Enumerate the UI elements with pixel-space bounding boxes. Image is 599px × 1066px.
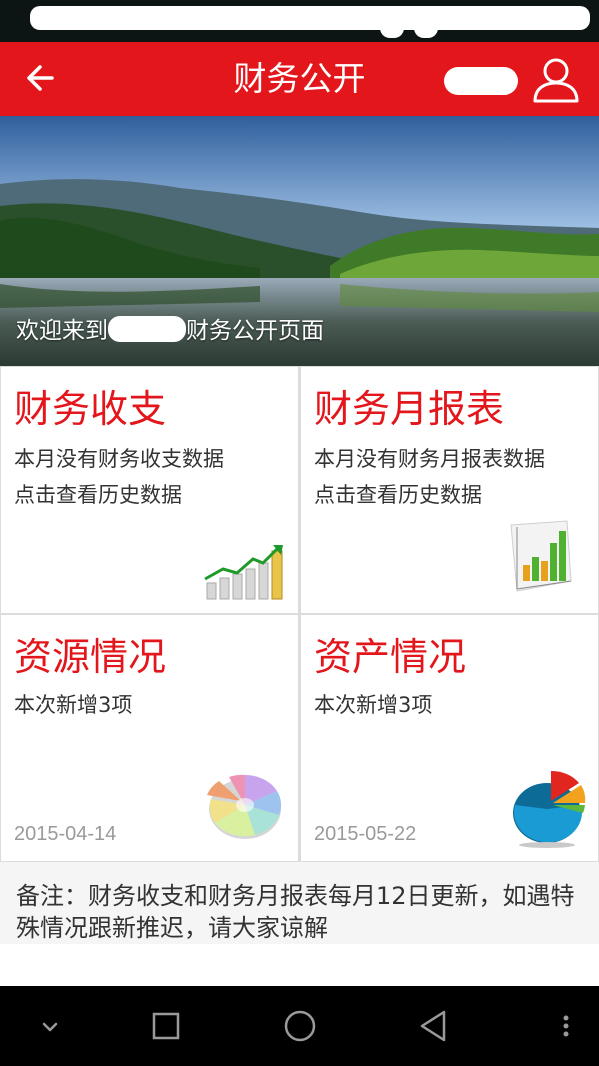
app-header: 财务公开 [0, 42, 599, 116]
redaction-mark [414, 18, 438, 38]
home-circle-icon[interactable] [278, 1004, 322, 1048]
redacted-name [108, 316, 186, 342]
card-line: 本次新增3项 [314, 693, 433, 717]
welcome-prefix: 欢迎来到 [16, 318, 108, 344]
card-line: 本月没有财务收支数据 [14, 447, 224, 471]
welcome-text: 欢迎来到 财务公开页面 [16, 316, 324, 346]
banner[interactable]: 欢迎来到 财务公开页面 [0, 116, 599, 366]
pie-chart-3d-icon [513, 770, 586, 848]
welcome-suffix: 财务公开页面 [186, 318, 324, 344]
finance-grid: 财务收支 本月没有财务收支数据 点击查看历史数据 财务月报表 本月没有财务月报表… [0, 366, 599, 862]
pie-chart-pastel-icon [207, 774, 282, 839]
card-title: 资源情况 [14, 635, 167, 679]
card-line: 本次新增3项 [14, 693, 133, 717]
user-icon[interactable] [530, 54, 582, 104]
growth-bar-chart-icon [204, 545, 283, 600]
redaction-mark [380, 18, 404, 38]
card-line: 本月没有财务月报表数据 [314, 447, 545, 471]
back-triangle-icon[interactable] [412, 1004, 456, 1048]
card-finance-income-expense[interactable]: 财务收支 本月没有财务收支数据 点击查看历史数据 [1, 367, 298, 613]
card-line: 点击查看历史数据 [314, 483, 482, 507]
card-date: 2015-04-14 [14, 823, 117, 845]
card-line: 点击查看历史数据 [14, 483, 182, 507]
redaction-mark [30, 6, 590, 30]
more-vert-icon[interactable] [544, 1004, 588, 1048]
redacted-badge [444, 67, 518, 95]
status-bar [0, 0, 599, 42]
note-section: 备注：财务收支和财务月报表每月12日更新，如遇特殊情况跟新推迟，请大家谅解 [0, 862, 599, 944]
card-date: 2015-05-22 [314, 823, 417, 845]
card-resources[interactable]: 资源情况 本次新增3项 2015-04-14 [1, 615, 298, 861]
system-nav-bar [0, 986, 599, 1066]
card-assets[interactable]: 资产情况 本次新增3项 2015-05-22 [301, 615, 598, 861]
note-text: 备注：财务收支和财务月报表每月12日更新，如遇特殊情况跟新推迟，请大家谅解 [16, 882, 575, 942]
card-title: 财务月报表 [314, 387, 505, 431]
card-title: 资产情况 [314, 635, 467, 679]
3d-bar-chart-icon [510, 520, 572, 592]
recents-square-icon[interactable] [144, 1004, 188, 1048]
card-finance-monthly-report[interactable]: 财务月报表 本月没有财务月报表数据 点击查看历史数据 [301, 367, 598, 613]
card-title: 财务收支 [14, 387, 167, 431]
chevron-down-icon[interactable] [28, 1004, 72, 1048]
